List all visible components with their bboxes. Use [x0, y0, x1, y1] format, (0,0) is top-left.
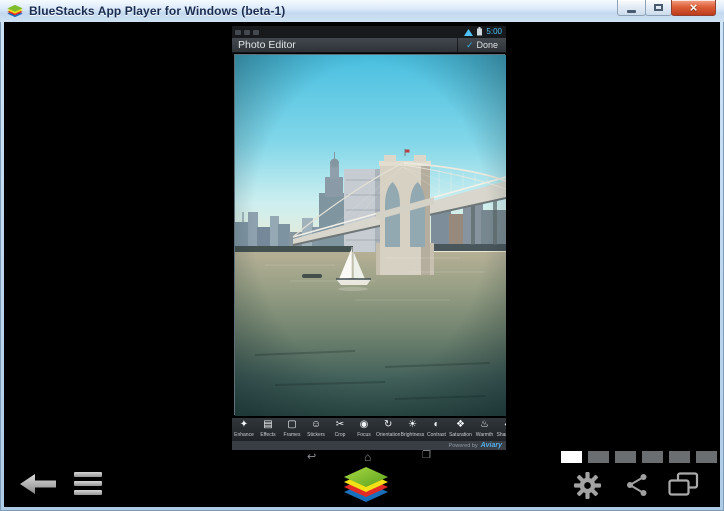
edit-toolbar: ✦Enhance ▤Effects ▢Frames ☺Stickers ✂Cro…: [232, 417, 506, 441]
orientation-icon: ↻: [376, 419, 400, 431]
bluestacks-logo-icon: [7, 4, 23, 19]
android-recents-icon[interactable]: ❐: [422, 450, 431, 461]
dock-slot[interactable]: [615, 451, 636, 463]
effects-icon: ▤: [256, 419, 280, 431]
tool-warmth[interactable]: ♨Warmth: [472, 419, 496, 441]
back-button[interactable]: [20, 473, 56, 500]
aviary-logo: Aviary: [481, 442, 502, 449]
tool-enhance[interactable]: ✦Enhance: [232, 419, 256, 441]
menu-button[interactable]: [74, 472, 102, 495]
settings-gear-icon[interactable]: [574, 472, 601, 504]
notification-icons: [235, 30, 259, 35]
window-title: BlueStacks App Player for Windows (beta-…: [29, 4, 285, 18]
tool-frames[interactable]: ▢Frames: [280, 419, 304, 441]
app-header: Photo Editor ✓ Done: [232, 38, 506, 53]
android-status-bar: 5:00: [232, 26, 506, 38]
crop-icon: ✂: [328, 419, 352, 431]
window-mode-icon[interactable]: [668, 472, 699, 501]
bluestacks-window: BlueStacks App Player for Windows (beta-…: [0, 0, 724, 511]
close-icon: ×: [690, 1, 698, 15]
tool-orientation[interactable]: ↻Orientation: [376, 419, 400, 441]
close-button[interactable]: ×: [671, 0, 716, 16]
android-back-icon[interactable]: ↩: [307, 450, 316, 463]
focus-icon: ◉: [352, 419, 376, 431]
frames-icon: ▢: [280, 419, 304, 431]
tool-saturation[interactable]: ❖Saturation: [448, 419, 472, 441]
check-icon: ✓: [466, 40, 474, 51]
tool-stickers[interactable]: ☺Stickers: [304, 419, 328, 441]
android-home-icon[interactable]: ⌂: [364, 450, 371, 464]
tool-contrast[interactable]: ◐Contrast: [424, 419, 448, 441]
minimize-icon: [627, 10, 636, 13]
dock-slot[interactable]: [588, 451, 609, 463]
dock-slot[interactable]: [642, 451, 663, 463]
photo-image: [234, 54, 505, 415]
saturation-icon: ❖: [448, 419, 472, 431]
dock-slot[interactable]: [696, 451, 717, 463]
photo-editor-app: 5:00 Photo Editor ✓ Done: [232, 26, 506, 450]
tool-focus[interactable]: ◉Focus: [352, 419, 376, 441]
share-icon[interactable]: [625, 473, 649, 502]
brightness-icon: ☀: [400, 419, 424, 431]
aviary-credit-bar: Powered by Aviary: [232, 441, 506, 450]
clock: 5:00: [486, 26, 502, 38]
contrast-icon: ◐: [424, 419, 448, 431]
photo-stage: [232, 53, 506, 417]
maximize-icon: [654, 4, 663, 11]
maximize-button[interactable]: [645, 0, 672, 16]
tool-brightness[interactable]: ☀Brightness: [400, 419, 424, 441]
emulator-screen: 5:00 Photo Editor ✓ Done: [4, 22, 720, 507]
stickers-icon: ☺: [304, 419, 328, 431]
dock-slot-active[interactable]: [561, 451, 582, 463]
sharpness-icon: ◆: [496, 419, 506, 431]
tool-crop[interactable]: ✂Crop: [328, 419, 352, 441]
tool-sharpness[interactable]: ◆Sharpness: [496, 419, 506, 441]
bluestacks-home-button[interactable]: [343, 465, 389, 511]
warmth-icon: ♨: [472, 419, 496, 431]
dock-slot[interactable]: [669, 451, 690, 463]
window-titlebar[interactable]: BlueStacks App Player for Windows (beta-…: [0, 0, 724, 22]
minimize-button[interactable]: [617, 0, 646, 16]
tool-effects[interactable]: ▤Effects: [256, 419, 280, 441]
app-title: Photo Editor: [232, 39, 296, 51]
powered-by-text: Powered by: [449, 443, 478, 449]
enhance-icon: ✦: [232, 419, 256, 431]
done-button[interactable]: ✓ Done: [457, 38, 506, 52]
dock-slots: [561, 451, 717, 463]
